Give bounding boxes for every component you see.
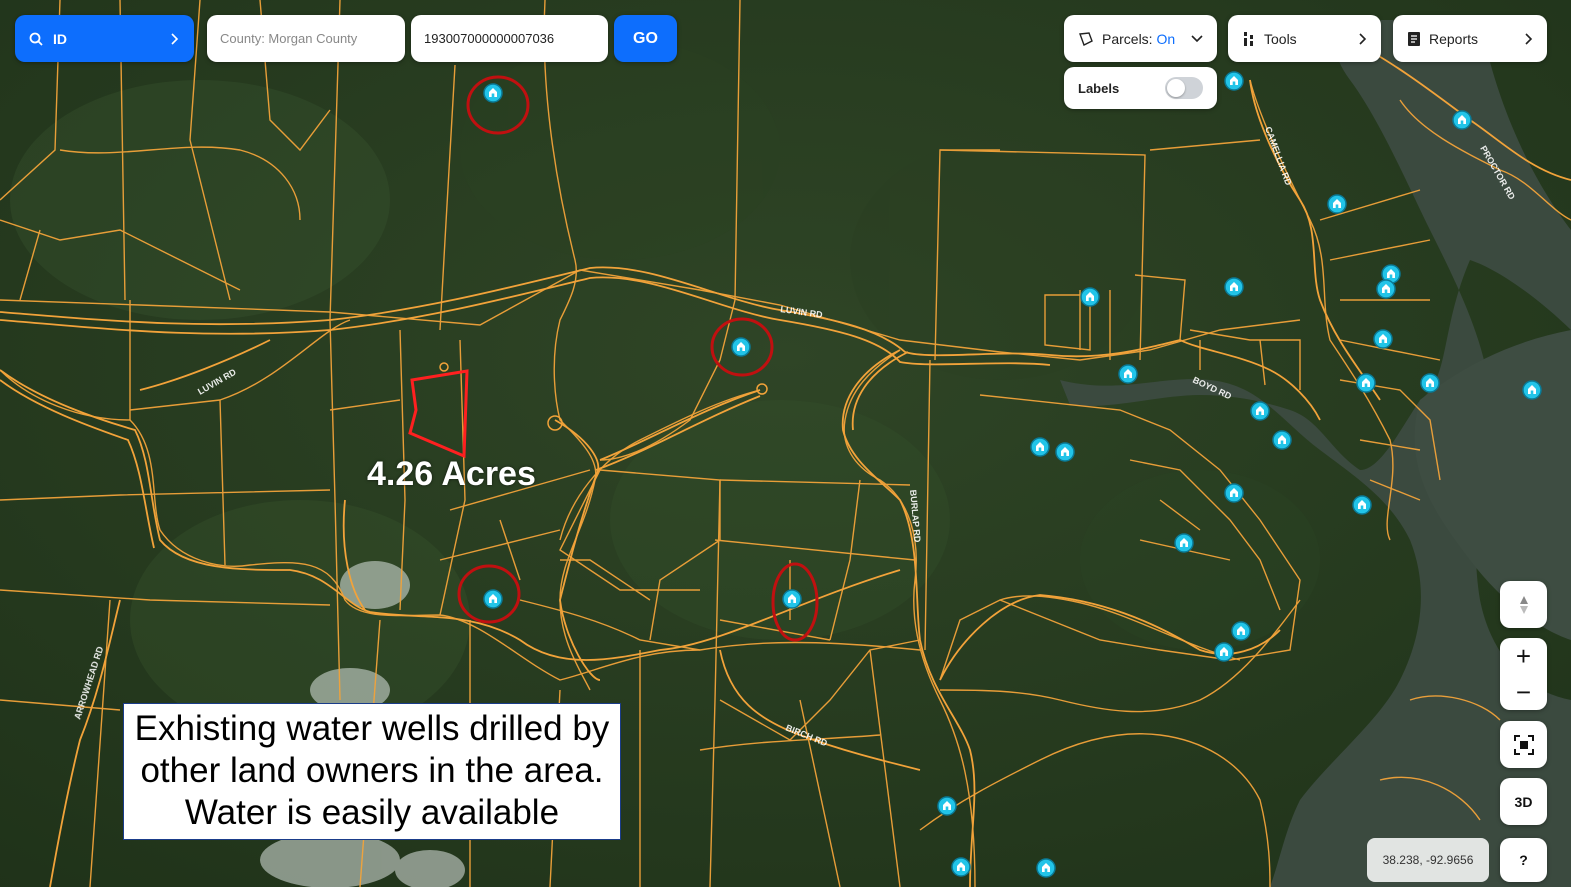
well-icon[interactable]: [1420, 373, 1440, 393]
well-icon[interactable]: [1055, 442, 1075, 462]
labels-toggle-label: Labels: [1078, 80, 1120, 96]
chevron-right-icon: [1359, 32, 1367, 45]
well-icon[interactable]: [951, 857, 971, 877]
well-icon[interactable]: [1522, 380, 1542, 400]
annotation-box: Exhisting water wells drilled by other l…: [123, 703, 621, 840]
chevron-right-icon: [1525, 32, 1533, 45]
well-icon[interactable]: [1224, 483, 1244, 503]
go-button[interactable]: GO: [614, 15, 677, 62]
3d-button[interactable]: 3D: [1500, 778, 1547, 825]
well-icon[interactable]: [1272, 430, 1292, 450]
well-icon[interactable]: [483, 589, 503, 609]
well-icon[interactable]: [1352, 495, 1372, 515]
compass-icon: [1519, 595, 1528, 614]
reports-menu-button[interactable]: Reports: [1393, 15, 1547, 62]
parcel-shape-icon: [1079, 31, 1093, 46]
search-mode-label: ID: [53, 30, 67, 47]
well-icon[interactable]: [1174, 533, 1194, 553]
well-icon[interactable]: [1030, 437, 1050, 457]
well-icon[interactable]: [1356, 373, 1376, 393]
help-button[interactable]: ?: [1500, 838, 1547, 882]
well-icon[interactable]: [1036, 858, 1056, 878]
annotation-line: Water is easily available: [184, 793, 560, 832]
parcels-label: Parcels:: [1102, 30, 1153, 47]
parcel-acreage-label: 4.26 Acres: [367, 455, 536, 493]
well-icon[interactable]: [1452, 110, 1472, 130]
tools-icon: [1243, 31, 1254, 46]
chevron-down-icon: [1191, 34, 1203, 42]
well-icon[interactable]: [1214, 642, 1234, 662]
well-icon[interactable]: [483, 83, 503, 103]
well-icon[interactable]: [1118, 364, 1138, 384]
compass-button[interactable]: [1500, 581, 1547, 628]
well-icon[interactable]: [1231, 621, 1251, 641]
tools-label: Tools: [1264, 30, 1297, 47]
search-mode-button[interactable]: ID: [15, 15, 194, 62]
zoom-control: + −: [1500, 638, 1547, 710]
report-icon: [1408, 31, 1420, 46]
labels-toggle[interactable]: [1165, 77, 1203, 99]
well-icon[interactable]: [1250, 401, 1270, 421]
zoom-out-button[interactable]: −: [1516, 677, 1531, 708]
annotation-line: Exhisting water wells drilled by: [134, 709, 610, 748]
well-icon[interactable]: [782, 589, 802, 609]
fullscreen-button[interactable]: [1500, 721, 1547, 768]
well-icon[interactable]: [1080, 287, 1100, 307]
parcels-state: On: [1156, 30, 1176, 47]
coordinates-readout: 38.238, -92.9656: [1367, 838, 1489, 882]
parcels-menu-button[interactable]: Parcels: On: [1064, 15, 1217, 62]
well-icon[interactable]: [1327, 194, 1347, 214]
well-icon[interactable]: [1224, 277, 1244, 297]
well-icon[interactable]: [1373, 329, 1393, 349]
reports-label: Reports: [1429, 30, 1479, 47]
tools-menu-button[interactable]: Tools: [1228, 15, 1381, 62]
annotation-line: other land owners in the area.: [140, 751, 604, 790]
county-input[interactable]: [207, 15, 405, 62]
well-icon[interactable]: [731, 337, 751, 357]
labels-toggle-row: Labels: [1064, 67, 1217, 109]
well-icon[interactable]: [937, 796, 957, 816]
search-icon: [29, 32, 43, 46]
parcel-id-input[interactable]: [411, 15, 608, 62]
zoom-in-button[interactable]: +: [1516, 641, 1531, 672]
well-icon[interactable]: [1224, 71, 1244, 91]
well-icon[interactable]: [1376, 279, 1396, 299]
chevron-right-icon: [171, 32, 179, 45]
fullscreen-icon: [1513, 734, 1534, 755]
